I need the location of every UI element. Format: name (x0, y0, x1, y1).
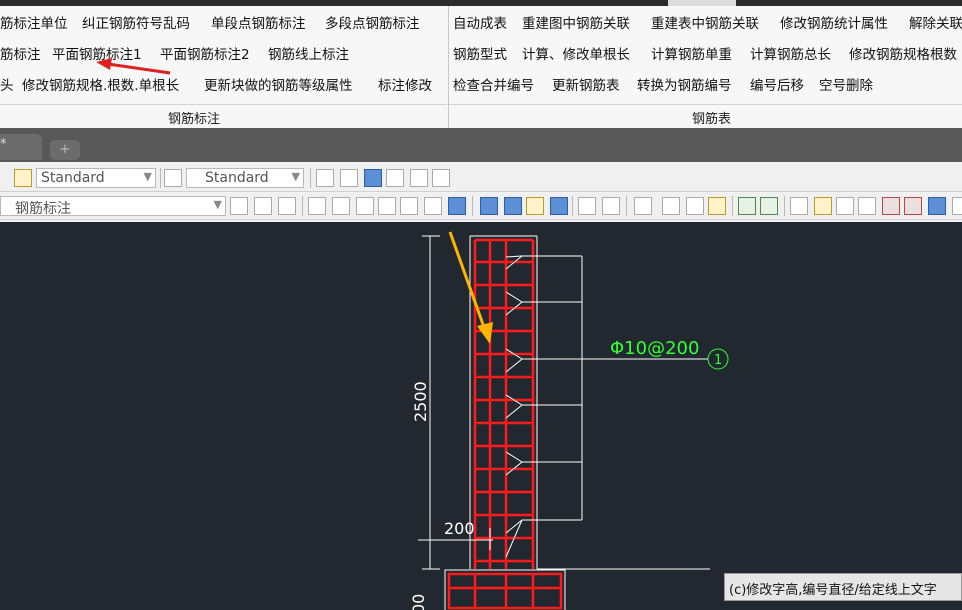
chevron-down-icon: ▼ (143, 170, 152, 183)
drawing-svg: Φ10@200 1 2500 200 00 (409, 231, 729, 610)
command-line-prompt[interactable]: (c)修改字高,编号直径/给定线上文字 (724, 573, 962, 601)
chart-line-icon[interactable] (662, 197, 680, 215)
rebar-label[interactable]: Φ10@200 (610, 338, 699, 359)
drawing-canvas[interactable]: Φ10@200 1 2500 200 00 (0, 222, 962, 610)
new-tab-button[interactable]: + (50, 140, 80, 160)
layer-state-icon[interactable] (254, 197, 272, 215)
dim-partial-text: 00 (409, 594, 428, 610)
document-tab[interactable]: * (0, 134, 42, 160)
rebar-draw-icon[interactable] (378, 197, 396, 215)
rebar-leaders (505, 255, 708, 558)
graph-icon[interactable] (790, 197, 808, 215)
layer-toolbar: 钢筋标注 ▼ (0, 193, 962, 220)
image-2-icon[interactable] (904, 197, 922, 215)
layer-print-icon[interactable] (278, 197, 296, 215)
text-style-icon[interactable] (14, 169, 32, 187)
text-style-select[interactable]: Standard ▼ (36, 168, 156, 188)
annotation-arrow-red (96, 58, 171, 75)
spline-icon[interactable] (332, 197, 350, 215)
measure-icon[interactable] (634, 197, 652, 215)
copy-icon[interactable] (738, 197, 756, 215)
screen-icon[interactable] (760, 197, 778, 215)
more-icon[interactable] (952, 197, 962, 215)
dim-width-text: 200 (444, 519, 475, 538)
help-icon[interactable] (364, 169, 382, 187)
dimension-icon[interactable] (410, 169, 428, 187)
rebar-number: 1 (714, 353, 722, 368)
polyline-icon[interactable] (308, 197, 326, 215)
chart-step-icon[interactable] (686, 197, 704, 215)
style-toolbar: Standard ▼ Standard ▼ (0, 165, 962, 192)
sheet-icon[interactable] (550, 197, 568, 215)
brush-icon[interactable] (814, 197, 832, 215)
footing (444, 569, 566, 610)
table-edit-icon[interactable] (340, 169, 358, 187)
view-icon[interactable] (480, 197, 498, 215)
document-tab-bar: * + (0, 128, 962, 162)
chart-bar-icon[interactable] (708, 197, 726, 215)
chevron-down-icon: ▼ (213, 198, 222, 211)
dim-height-text: 2500 (411, 381, 430, 422)
dim-style-select[interactable]: Standard ▼ (186, 168, 304, 188)
table-color-icon[interactable] (526, 197, 544, 215)
grid-icon[interactable] (504, 197, 522, 215)
column-2-icon[interactable] (602, 197, 620, 215)
table-icon[interactable] (316, 169, 334, 187)
mail-icon[interactable] (858, 197, 876, 215)
column-icon[interactable] (578, 197, 596, 215)
image-icon[interactable] (882, 197, 900, 215)
save-icon[interactable] (448, 197, 466, 215)
user-icon[interactable] (928, 197, 946, 215)
annotation-arrow-yellow (448, 231, 493, 344)
layer-props-icon[interactable] (230, 197, 248, 215)
rebar-shape-icon[interactable] (424, 197, 442, 215)
layer-select[interactable]: 钢筋标注 ▼ (0, 196, 226, 217)
chevron-down-icon: ▼ (291, 170, 300, 183)
pen-icon[interactable] (386, 169, 404, 187)
leader-icon[interactable] (432, 169, 450, 187)
dim-style-icon[interactable] (164, 169, 182, 187)
rebar-edit-icon[interactable] (400, 197, 418, 215)
curve-icon[interactable] (356, 197, 374, 215)
edit-icon[interactable] (836, 197, 854, 215)
